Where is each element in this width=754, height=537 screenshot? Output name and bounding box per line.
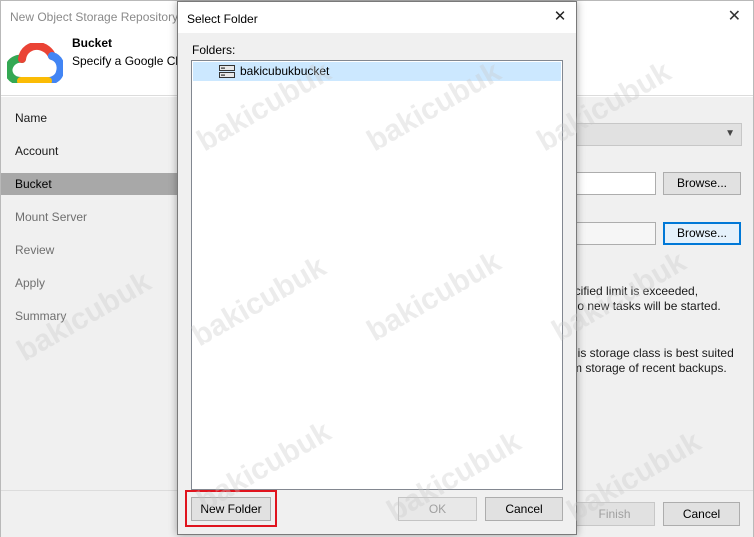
nav-item-account[interactable]: Account [1, 140, 179, 162]
chevron-down-icon: ▼ [725, 128, 735, 139]
nav-item-bucket[interactable]: Bucket [1, 173, 179, 195]
limit-text-line2: t no new tasks will be started. [564, 299, 721, 313]
wizard-nav: Name Account Bucket Mount Server Review … [1, 97, 179, 490]
select-folder-dialog: Select Folder ✕ Folders: bakicubukbucket… [177, 1, 577, 535]
nav-item-review[interactable]: Review [1, 239, 179, 261]
nav-item-summary[interactable]: Summary [1, 305, 179, 327]
google-cloud-logo-icon [7, 43, 63, 83]
dialog-titlebar: Select Folder ✕ [178, 2, 576, 33]
folder-tree[interactable]: bakicubukbucket [191, 60, 563, 490]
folders-label: Folders: [192, 43, 236, 57]
header-title: Bucket [72, 36, 113, 50]
finish-button[interactable]: Finish [574, 502, 655, 526]
browse-folder-button[interactable]: Browse... [663, 222, 741, 245]
ok-button[interactable]: OK [398, 497, 477, 521]
new-folder-button[interactable]: New Folder [191, 497, 271, 521]
wizard-title: New Object Storage Repository [10, 10, 179, 24]
region-select[interactable]: ▼ [574, 123, 742, 146]
storage-bucket-icon [219, 65, 235, 78]
dialog-title: Select Folder [187, 12, 258, 26]
wizard-close-icon[interactable]: ✕ [728, 6, 741, 26]
folder-input[interactable] [574, 222, 656, 245]
storage-class-text-line1: his storage class is best suited [571, 346, 734, 360]
folder-name: bakicubukbucket [240, 64, 330, 78]
browse-bucket-button[interactable]: Browse... [663, 172, 741, 195]
nav-item-mount-server[interactable]: Mount Server [1, 206, 179, 228]
storage-class-text-line2: rm storage of recent backups. [568, 361, 727, 375]
nav-item-apply[interactable]: Apply [1, 272, 179, 294]
nav-item-name[interactable]: Name [1, 107, 179, 129]
wizard-cancel-button[interactable]: Cancel [663, 502, 740, 526]
dialog-close-icon[interactable]: ✕ [550, 7, 570, 27]
bucket-input[interactable] [574, 172, 656, 195]
dialog-cancel-button[interactable]: Cancel [485, 497, 563, 521]
header-subtitle: Specify a Google Cloud [72, 54, 182, 68]
limit-text-line1: ecified limit is exceeded, [568, 284, 699, 298]
folder-tree-item[interactable]: bakicubukbucket [193, 62, 561, 81]
